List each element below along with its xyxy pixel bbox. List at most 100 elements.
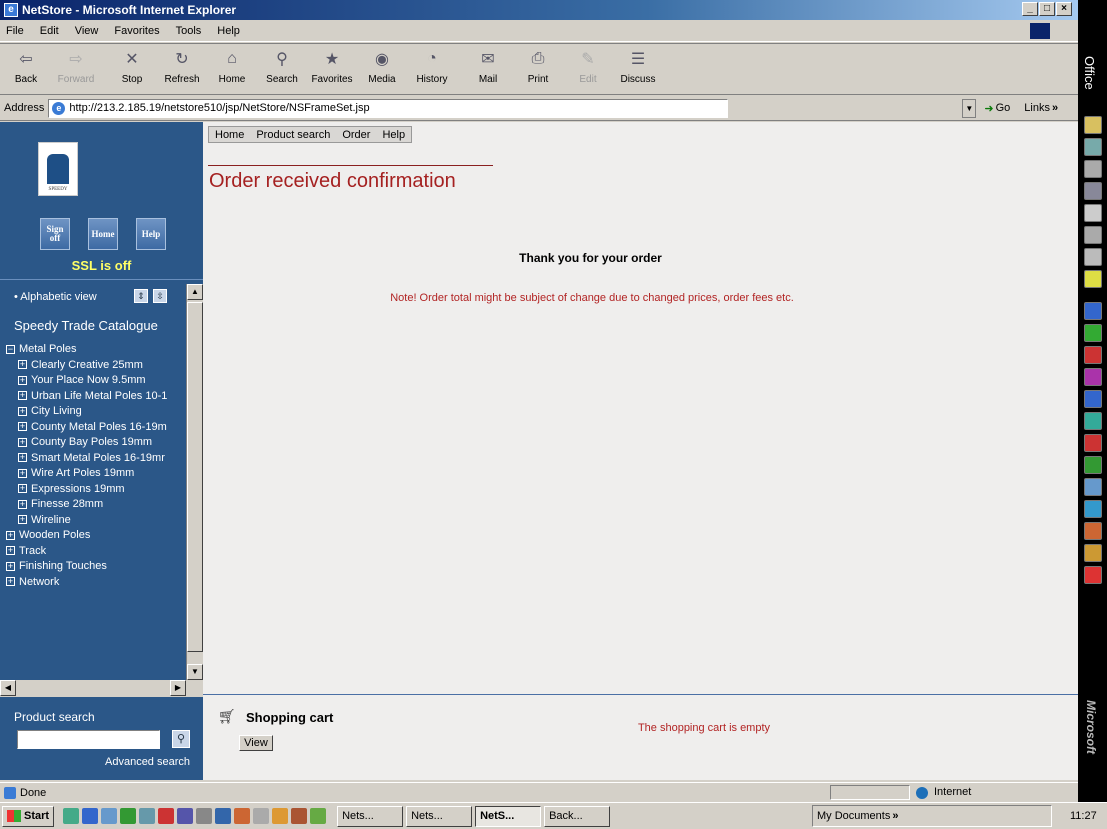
discuss-button[interactable]: ☰ Discuss	[616, 48, 660, 85]
address-input[interactable]: e http://213.2.185.19/netstore510/jsp/Ne…	[48, 98, 729, 118]
chevron-icon[interactable]: »	[892, 810, 898, 822]
office-app-icon[interactable]	[1084, 566, 1102, 584]
tree-item[interactable]: + Clearly Creative 25mm	[18, 358, 184, 372]
tree-item[interactable]: + Expressions 19mm	[18, 482, 184, 496]
expand-icon[interactable]: +	[18, 391, 27, 401]
expand-icon[interactable]: +	[6, 577, 15, 587]
help-button[interactable]: Help	[136, 218, 166, 250]
back-button[interactable]: ⇦ Back	[4, 48, 48, 85]
tree-item[interactable]: + Urban Life Metal Poles 10-1	[18, 389, 184, 403]
forward-button[interactable]: ⇨ Forward	[54, 48, 98, 85]
edit-button[interactable]: ✎ Edit	[566, 48, 610, 85]
my-documents-toolbar[interactable]: My Documents	[817, 810, 890, 822]
office-app-icon[interactable]	[1084, 324, 1102, 342]
links-button[interactable]: Links	[1024, 102, 1050, 114]
office-app-icon[interactable]	[1084, 160, 1102, 178]
office-app-icon[interactable]	[1084, 346, 1102, 364]
collapse-all-icon[interactable]: ⇳	[153, 289, 167, 303]
scroll-right-icon[interactable]: ▶	[170, 680, 186, 696]
menu-file[interactable]: File	[6, 25, 24, 37]
quick-launch-icon[interactable]	[120, 808, 137, 824]
quick-launch-icon[interactable]	[177, 808, 194, 824]
home-button[interactable]: ⌂ Home	[210, 48, 254, 85]
expand-icon[interactable]: +	[18, 422, 27, 432]
expand-icon[interactable]: +	[18, 515, 27, 525]
search-go-icon[interactable]: ⚲	[172, 730, 190, 748]
office-app-icon[interactable]	[1084, 544, 1102, 562]
tree-item[interactable]: + Network	[6, 575, 184, 589]
menu-help[interactable]: Help	[217, 25, 240, 37]
close-icon[interactable]: ×	[1056, 2, 1072, 16]
quick-launch-icon[interactable]	[139, 808, 156, 824]
scroll-thumb[interactable]	[187, 302, 203, 652]
tree-item[interactable]: + County Bay Poles 19mm	[18, 435, 184, 449]
start-button[interactable]: Start	[2, 805, 55, 827]
nav-help[interactable]: Help	[382, 129, 405, 141]
nav-home[interactable]: Home	[215, 129, 244, 141]
quick-launch-icon[interactable]	[158, 808, 175, 824]
expand-icon[interactable]: +	[6, 530, 15, 540]
quick-launch-icon[interactable]	[234, 808, 251, 824]
task-button[interactable]: Nets...	[337, 805, 404, 827]
office-app-icon[interactable]	[1084, 390, 1102, 408]
tree-scrollbar[interactable]: ▲ ▼	[186, 284, 203, 680]
menu-tools[interactable]: Tools	[176, 25, 202, 37]
quick-launch-icon[interactable]	[215, 808, 232, 824]
media-button[interactable]: ◉ Media	[360, 48, 404, 85]
quick-launch-icon[interactable]	[101, 808, 118, 824]
quick-launch-icon[interactable]	[291, 808, 308, 824]
office-app-icon[interactable]	[1084, 138, 1102, 156]
quick-launch-icon[interactable]	[196, 808, 213, 824]
go-button[interactable]: Go	[996, 102, 1011, 114]
menu-edit[interactable]: Edit	[40, 25, 59, 37]
expand-icon[interactable]: +	[18, 499, 27, 509]
expand-icon[interactable]: +	[18, 453, 27, 463]
print-button[interactable]: ⎙ Print	[516, 48, 560, 85]
go-arrow-icon[interactable]: ➜	[984, 102, 993, 115]
view-cart-button[interactable]: View	[239, 735, 273, 751]
nav-order[interactable]: Order	[342, 129, 370, 141]
task-button[interactable]: Back...	[544, 805, 611, 827]
tree-hscrollbar[interactable]: ◀ ▶	[0, 680, 203, 697]
office-app-icon[interactable]	[1084, 248, 1102, 266]
tree-item[interactable]: + Finishing Touches	[6, 559, 184, 573]
tree-item[interactable]: + Your Place Now 9.5mm	[18, 373, 184, 387]
nav-product-search[interactable]: Product search	[256, 129, 330, 141]
tree-item[interactable]: + Track	[6, 544, 184, 558]
expand-icon[interactable]: +	[18, 406, 27, 416]
quick-launch-icon[interactable]	[63, 808, 80, 824]
task-button[interactable]: Nets...	[406, 805, 473, 827]
office-app-icon[interactable]	[1084, 456, 1102, 474]
favorites-button[interactable]: ★ Favorites	[310, 48, 354, 85]
expand-icon[interactable]: +	[18, 360, 27, 370]
office-app-icon[interactable]	[1084, 434, 1102, 452]
scroll-up-icon[interactable]: ▲	[187, 284, 203, 300]
menu-favorites[interactable]: Favorites	[114, 25, 159, 37]
tree-item[interactable]: + Wire Art Poles 19mm	[18, 466, 184, 480]
menu-view[interactable]: View	[75, 25, 99, 37]
office-app-icon[interactable]	[1084, 522, 1102, 540]
advanced-search-link[interactable]: Advanced search	[0, 756, 190, 768]
minimize-icon[interactable]: _	[1022, 2, 1038, 16]
search-button[interactable]: ⚲ Search	[260, 48, 304, 85]
mail-button[interactable]: ✉ Mail	[466, 48, 510, 85]
scroll-down-icon[interactable]: ▼	[187, 664, 203, 680]
scroll-left-icon[interactable]: ◀	[0, 680, 16, 696]
office-app-icon[interactable]	[1084, 226, 1102, 244]
office-app-icon[interactable]	[1084, 182, 1102, 200]
tree-item[interactable]: + Wireline	[18, 513, 184, 527]
office-app-icon[interactable]	[1084, 116, 1102, 134]
sign-off-button[interactable]: Sign off	[40, 218, 70, 250]
collapse-icon[interactable]: −	[6, 344, 15, 354]
tree-item[interactable]: + County Metal Poles 16-19m	[18, 420, 184, 434]
stop-button[interactable]: ✕ Stop	[110, 48, 154, 85]
product-search-input[interactable]	[17, 730, 160, 749]
office-app-icon[interactable]	[1084, 478, 1102, 496]
tree-item[interactable]: + Finesse 28mm	[18, 497, 184, 511]
alphabetic-view-link[interactable]: • Alphabetic view	[14, 291, 97, 303]
history-button[interactable]: ◔ History	[410, 48, 454, 85]
quick-launch-icon[interactable]	[310, 808, 327, 824]
chevron-icon[interactable]: »	[1052, 102, 1058, 114]
office-app-icon[interactable]	[1084, 368, 1102, 386]
office-app-icon[interactable]	[1084, 204, 1102, 222]
